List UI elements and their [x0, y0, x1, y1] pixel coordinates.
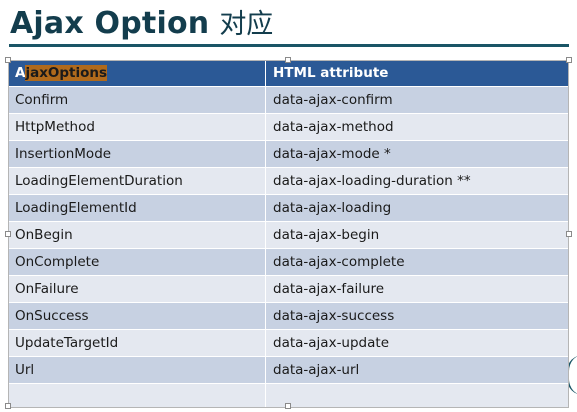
- option-cell: [8, 384, 266, 407]
- table-row: LoadingElementDuration data-ajax-loading…: [8, 168, 569, 195]
- resize-handle-bottom-center[interactable]: [285, 403, 291, 409]
- resize-handle-bottom-left[interactable]: [5, 403, 11, 409]
- header-first-letter: A: [15, 65, 26, 81]
- option-cell: Confirm: [8, 87, 266, 113]
- table-row: OnComplete data-ajax-complete: [8, 249, 569, 276]
- attribute-cell: [266, 384, 569, 407]
- attribute-cell: data-ajax-method: [273, 119, 394, 135]
- resize-handle-middle-left[interactable]: [5, 231, 11, 237]
- options-table[interactable]: AjaxOptions HTML attribute Confirm data-…: [5, 57, 572, 409]
- table-row: LoadingElementId data-ajax-loading: [8, 195, 569, 222]
- attribute-cell: data-ajax-url: [273, 362, 360, 378]
- option-cell: OnSuccess: [8, 303, 266, 329]
- option-cell: OnBegin: [8, 222, 266, 248]
- slide-title-sub: 对应: [219, 9, 274, 40]
- attribute-cell: data-ajax-mode *: [273, 146, 391, 162]
- title-underline: [9, 44, 569, 47]
- table-row: OnFailure data-ajax-failure: [8, 276, 569, 303]
- header-html-attribute: HTML attribute: [273, 65, 389, 81]
- slide-title-main: Ajax Option: [10, 6, 210, 41]
- table-row: OnSuccess data-ajax-success: [8, 303, 569, 330]
- attribute-cell: data-ajax-complete: [273, 254, 405, 270]
- option-cell: LoadingElementId: [8, 195, 266, 221]
- attribute-cell: data-ajax-update: [273, 335, 390, 351]
- option-cell: HttpMethod: [8, 114, 266, 140]
- attribute-cell: data-ajax-failure: [273, 281, 385, 297]
- table-header-row: AjaxOptions HTML attribute: [8, 60, 569, 87]
- resize-handle-top-left[interactable]: [5, 57, 11, 63]
- attribute-cell: data-ajax-success: [273, 308, 395, 324]
- option-cell: LoadingElementDuration: [8, 168, 266, 194]
- attribute-cell: data-ajax-confirm: [273, 92, 393, 108]
- attribute-cell: data-ajax-loading: [273, 200, 392, 216]
- resize-handle-middle-right[interactable]: [566, 231, 572, 237]
- slide: Ajax Option 对应 AjaxOptions HTML attribut…: [0, 0, 577, 412]
- table-row: InsertionMode data-ajax-mode *: [8, 141, 569, 168]
- header-ajaxoptions: AjaxOptions: [8, 60, 266, 86]
- attribute-cell: data-ajax-begin: [273, 227, 380, 243]
- table-row: HttpMethod data-ajax-method: [8, 114, 569, 141]
- table-row: UpdateTargetId data-ajax-update: [8, 330, 569, 357]
- table-row: Confirm data-ajax-confirm: [8, 87, 569, 114]
- option-cell: Url: [8, 357, 266, 383]
- slide-title: Ajax Option 对应: [10, 2, 273, 42]
- table-row: OnBegin data-ajax-begin: [8, 222, 569, 249]
- option-cell: InsertionMode: [8, 141, 266, 167]
- attribute-cell: data-ajax-loading-duration **: [273, 173, 471, 189]
- option-cell: UpdateTargetId: [8, 330, 266, 356]
- option-cell: OnComplete: [8, 249, 266, 275]
- resize-handle-top-right[interactable]: [566, 57, 572, 63]
- option-cell: OnFailure: [8, 276, 266, 302]
- header-selected-text: jaxOptions: [25, 65, 108, 81]
- table-row: Url data-ajax-url: [8, 357, 569, 384]
- resize-handle-top-center[interactable]: [285, 57, 291, 63]
